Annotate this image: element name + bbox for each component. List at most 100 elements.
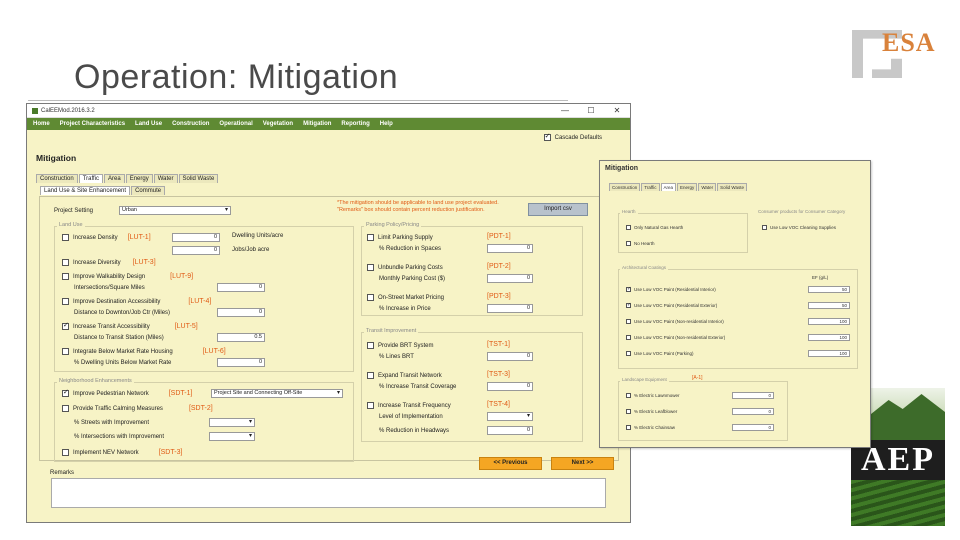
price-increase-input[interactable]: 0 (487, 304, 533, 313)
monthly-cost-label: Monthly Parking Cost ($) (379, 276, 446, 282)
intersections-input[interactable]: 0 (217, 283, 265, 292)
increase-density-row: Increase Density [LUT-1] (62, 234, 151, 241)
menu-land-use[interactable]: Land Use (135, 121, 162, 127)
reduction-spaces-input[interactable]: 0 (487, 244, 533, 253)
tab-energy[interactable]: Energy (125, 174, 153, 183)
dist-downtown-input[interactable]: 0 (217, 308, 265, 317)
window-titlebar: CalEEMod.2016.3.2 — ☐ ✕ (27, 104, 630, 118)
menu-help[interactable]: Help (380, 121, 393, 127)
traffic-calming-checkbox[interactable] (62, 405, 69, 412)
nev-checkbox[interactable] (62, 449, 69, 456)
land-use-group-title: Land Use (57, 222, 85, 228)
limit-parking-checkbox[interactable] (367, 234, 374, 241)
main-tabs: Construction Traffic Area Energy Water S… (36, 174, 219, 183)
tab-traffic[interactable]: Traffic (78, 174, 104, 183)
coat5-checkbox[interactable] (626, 351, 631, 356)
lines-brt-input[interactable]: 0 (487, 352, 533, 361)
bmr-housing-checkbox[interactable] (62, 348, 69, 355)
pedestrian-checkbox[interactable] (62, 388, 69, 397)
menu-home[interactable]: Home (33, 121, 50, 127)
streets-improvement-select[interactable] (209, 418, 255, 427)
tab-water[interactable]: Water (153, 174, 178, 183)
transit-frequency-checkbox[interactable] (367, 402, 374, 409)
maximize-button[interactable]: ☐ (578, 106, 604, 115)
coat4-checkbox[interactable] (626, 335, 631, 340)
menu-operational[interactable]: Operational (219, 121, 252, 127)
area-tab-water[interactable]: Water (698, 183, 717, 191)
coat5-input[interactable]: 100 (808, 350, 850, 357)
intersections-improvement-select[interactable] (209, 432, 255, 441)
lawnmower-input[interactable]: 0 (732, 392, 774, 399)
leafblower-checkbox[interactable] (626, 409, 631, 414)
transit-frequency-label: Increase Transit Frequency (378, 402, 451, 409)
menu-mitigation[interactable]: Mitigation (303, 121, 331, 127)
coat2-input[interactable]: 50 (808, 302, 850, 309)
destination-checkbox[interactable] (62, 298, 69, 305)
increase-diversity-row: Increase Diversity [LUT-3] (62, 259, 156, 266)
leafblower-input[interactable]: 0 (732, 408, 774, 415)
brt-checkbox[interactable] (367, 342, 374, 349)
jobs-acre-input[interactable]: 0 (172, 246, 220, 255)
area-tab-solid-waste[interactable]: Solid Waste (717, 183, 747, 191)
tab-construction[interactable]: Construction (36, 174, 78, 183)
menu-construction[interactable]: Construction (172, 121, 209, 127)
cascade-defaults-checkbox[interactable] (543, 132, 551, 141)
coat1-checkbox[interactable] (626, 286, 631, 292)
expand-transit-checkbox[interactable] (367, 372, 374, 379)
area-tab-energy[interactable]: Energy (677, 183, 698, 191)
menu-project-characteristics[interactable]: Project Characteristics (60, 121, 125, 127)
project-setting-select[interactable]: Urban (119, 206, 231, 215)
hearth-group (618, 213, 748, 253)
walkability-checkbox[interactable] (62, 273, 69, 280)
area-tab-area[interactable]: Area (660, 183, 677, 191)
dist-transit-input[interactable]: 0.5 (217, 333, 265, 342)
unbundle-label: Unbundle Parking Costs (378, 264, 443, 271)
tst4-code: [TST-4] (487, 401, 510, 408)
unbundle-checkbox[interactable] (367, 264, 374, 271)
no-hearth-checkbox[interactable] (626, 241, 631, 246)
hearth-group-title: Hearth (620, 209, 638, 214)
low-voc-cleaning-checkbox[interactable] (762, 225, 767, 230)
bmr-pct-input[interactable]: 0 (217, 358, 265, 367)
tab-area[interactable]: Area (104, 174, 125, 183)
tst1-code: [TST-1] (487, 341, 510, 348)
price-increase-label: % Increase in Price (379, 306, 431, 312)
transit-coverage-input[interactable]: 0 (487, 382, 533, 391)
import-csv-button[interactable]: Import csv (528, 203, 588, 216)
close-button[interactable]: ✕ (604, 106, 630, 115)
increase-diversity-checkbox[interactable] (62, 259, 69, 266)
coat4-row: Use Low VOC Paint (Non-residential Exter… (626, 335, 725, 340)
hearth-gas-label: Only Natural Gas Hearth (634, 225, 684, 230)
headways-input[interactable]: 0 (487, 426, 533, 435)
subtab-commute[interactable]: Commute (131, 186, 166, 195)
coat3-input[interactable]: 100 (808, 318, 850, 325)
coat3-checkbox[interactable] (626, 319, 631, 324)
menu-vegetation[interactable]: Vegetation (263, 121, 293, 127)
area-tab-construction[interactable]: Construction (609, 183, 641, 191)
coat4-input[interactable]: 100 (808, 334, 850, 341)
coat2-checkbox[interactable] (626, 302, 631, 308)
dwelling-units-input[interactable]: 0 (172, 233, 220, 242)
monthly-cost-input[interactable]: 0 (487, 274, 533, 283)
tab-solid-waste[interactable]: Solid Waste (178, 174, 219, 183)
hearth-gas-checkbox[interactable] (626, 225, 631, 230)
minimize-button[interactable]: — (552, 106, 578, 115)
chainsaw-checkbox[interactable] (626, 425, 631, 430)
destination-label: Improve Destination Accessibility (73, 298, 161, 305)
area-tab-traffic[interactable]: Traffic (641, 183, 660, 191)
implementation-level-select[interactable] (487, 412, 533, 421)
coat1-input[interactable]: 50 (808, 286, 850, 293)
transit-access-checkbox[interactable] (62, 321, 69, 330)
mitigation-note: *The mitigation should be applicable to … (337, 200, 499, 213)
pedestrian-select[interactable]: Project Site and Connecting Off-Site (211, 389, 343, 398)
next-button[interactable]: Next >> (551, 457, 614, 470)
chainsaw-input[interactable]: 0 (732, 424, 774, 431)
increase-density-checkbox[interactable] (62, 234, 69, 241)
previous-button[interactable]: << Previous (479, 457, 542, 470)
intersections-label: Intersections/Square Miles (74, 285, 145, 291)
subtab-land-use-site[interactable]: Land Use & Site Enhancement (40, 186, 131, 195)
menu-reporting[interactable]: Reporting (341, 121, 369, 127)
remarks-textarea[interactable] (51, 478, 606, 508)
onstreet-checkbox[interactable] (367, 294, 374, 301)
lawnmower-checkbox[interactable] (626, 393, 631, 398)
